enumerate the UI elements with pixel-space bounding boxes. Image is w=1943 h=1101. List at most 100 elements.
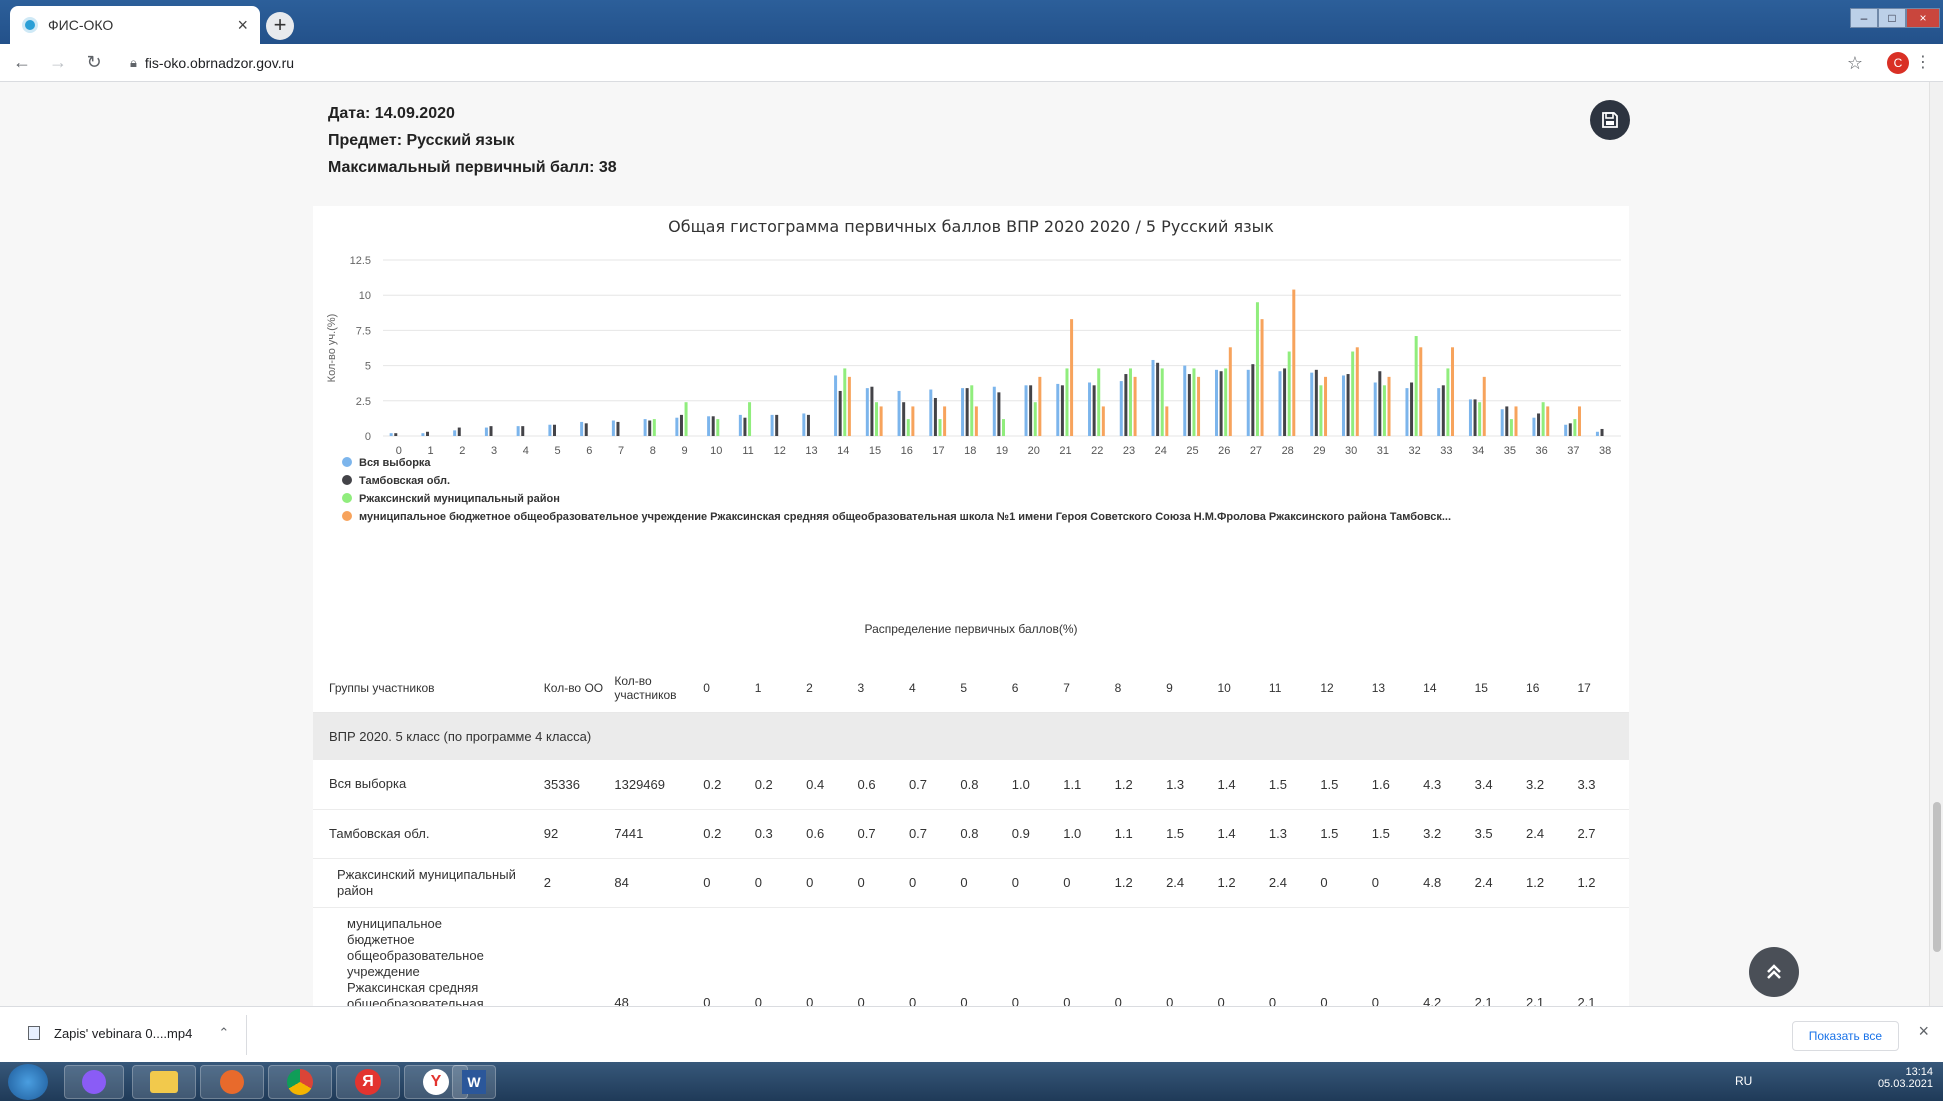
chevron-up-icon[interactable]: ⌃ [218,1025,229,1041]
language-indicator[interactable]: RU [1735,1074,1752,1088]
browser-tab[interactable]: ФИС-ОКО × [10,6,260,44]
bar-4 [1482,376,1486,436]
report-meta: Дата: 14.09.2020 Предмет: Русский язык М… [328,100,617,181]
media-player-app-icon[interactable] [200,1065,264,1099]
x-tick-label: 27 [1250,445,1262,457]
row-oo-count: 2 [543,858,615,908]
bar-1 [1405,388,1409,436]
bar-3 [1287,351,1291,436]
x-tick-label: 7 [618,445,624,457]
page-content: Дата: 14.09.2020 Предмет: Русский язык М… [0,82,1943,1006]
maximize-button[interactable]: □ [1878,8,1906,28]
save-button[interactable] [1590,100,1630,140]
clock-time: 13:14 [1905,1066,1933,1078]
legend-label: Вся выборка [359,457,431,469]
back-icon[interactable]: ← [8,52,36,73]
clock-date: 05.03.2021 [1877,1078,1933,1090]
bar-4 [1070,319,1074,436]
bar-1 [1119,381,1123,436]
row-score-value: 2.1 [1526,907,1578,1006]
explorer-app-icon[interactable] [132,1065,196,1099]
bookmark-star-icon[interactable]: ☆ [1847,53,1863,74]
bar-2 [806,414,810,436]
download-item[interactable]: Zapis' vebinara 0....mp4 ⌃ [28,1025,229,1041]
row-score-value: 1.3 [1166,760,1218,810]
row-score-value: 1.0 [1011,760,1064,810]
table-row[interactable]: муниципальное бюджетное общеобразователь… [313,907,1629,1006]
col-header-score: 10 [1217,664,1269,713]
bar-2 [679,414,683,436]
profile-avatar[interactable]: C [1887,52,1909,74]
table-row[interactable]: Тамбовская обл. 92 7441 0.2 0.3 0.6 0.7 0.7 0.8 0… [313,809,1629,859]
download-bar-close-icon[interactable]: × [1918,1021,1929,1042]
bar-1 [1151,359,1155,436]
file-icon [28,1026,40,1040]
bar-4 [911,406,915,436]
bar-2 [521,426,525,436]
window-close-button[interactable]: × [1906,8,1940,28]
x-tick-label: 13 [805,445,817,457]
row-score-value: 2.4 [1166,858,1218,908]
row-score-value: 0 [960,907,1012,1006]
row-participants-count: 1329469 [614,760,704,810]
bar-3 [1509,419,1513,436]
x-tick-label: 29 [1313,445,1325,457]
forward-icon[interactable]: → [44,52,72,73]
bar-3 [1224,368,1228,436]
bar-2 [902,402,906,436]
bar-2 [457,427,461,436]
bar-1 [770,414,774,436]
x-tick-label: 2 [459,445,465,457]
new-tab-button[interactable]: + [266,12,294,40]
yandex-app-icon[interactable]: Я [336,1065,400,1099]
col-header-score: 14 [1423,664,1475,713]
bar-4 [1324,376,1328,436]
x-tick-label: 33 [1440,445,1452,457]
row-score-value: 1.6 [1371,760,1424,810]
row-oo-count: 35336 [543,760,615,810]
x-tick-label: 31 [1377,445,1389,457]
bar-1 [1310,372,1314,436]
row-group-name: муниципальное бюджетное общеобразователь… [313,907,544,1006]
x-tick-label: 38 [1599,445,1611,457]
x-tick-label: 17 [932,445,944,457]
distribution-table: Группы участников Кол-во ОО Кол-во участни… [313,664,1629,1006]
chrome-app-icon[interactable] [268,1065,332,1099]
tab-close-icon[interactable]: × [237,15,248,36]
table-group-row[interactable]: ВПР 2020. 5 класс (по программе 4 класса… [313,712,1629,760]
page-scrollbar[interactable] [1929,82,1943,1006]
menu-kebab-icon[interactable]: ⋮ [1915,52,1931,72]
row-score-value: 2.7 [1577,809,1629,859]
bar-1 [1532,417,1536,436]
show-all-downloads-button[interactable]: Показать все [1791,1021,1899,1051]
bar-2 [1346,374,1350,436]
bar-1 [675,417,679,436]
alice-app-icon[interactable] [64,1065,124,1099]
reload-icon[interactable]: ↻ [80,52,108,73]
bar-1 [961,388,965,436]
system-clock[interactable]: 13:14 05.03.2021 [1878,1066,1933,1090]
bar-1 [611,420,615,436]
bar-2 [1219,371,1223,436]
start-button[interactable] [8,1064,48,1100]
row-score-value: 2.1 [1577,907,1629,1006]
x-tick-label: 0 [396,445,402,457]
table-row[interactable]: Вся выборка 35336 1329469 0.2 0.2 0.4 0.6 0.7 0.… [313,760,1629,810]
bar-4 [1038,376,1042,436]
lock-icon[interactable]: 🔒︎ [130,55,137,71]
col-header-score: 8 [1114,664,1167,713]
table-row[interactable]: Ржаксинский муниципальный район 2 84 0 0 0 0 0 0… [313,858,1629,908]
bar-1 [1595,431,1599,436]
scrollbar-thumb[interactable] [1933,802,1941,952]
download-bar: Zapis' vebinara 0....mp4 ⌃ Показать все … [0,1006,1943,1062]
url-text[interactable]: fis-oko.obrnadzor.gov.ru [145,55,294,71]
row-score-value: 0 [908,858,961,908]
legend-marker [342,511,352,521]
x-tick-label: 15 [869,445,881,457]
word-app-icon[interactable]: W [452,1065,496,1099]
row-score-value: 0.6 [806,809,858,859]
scroll-to-top-button[interactable] [1749,947,1799,997]
col-header-score: 0 [703,664,755,713]
minimize-button[interactable]: – [1850,8,1878,28]
x-tick-label: 18 [964,445,976,457]
